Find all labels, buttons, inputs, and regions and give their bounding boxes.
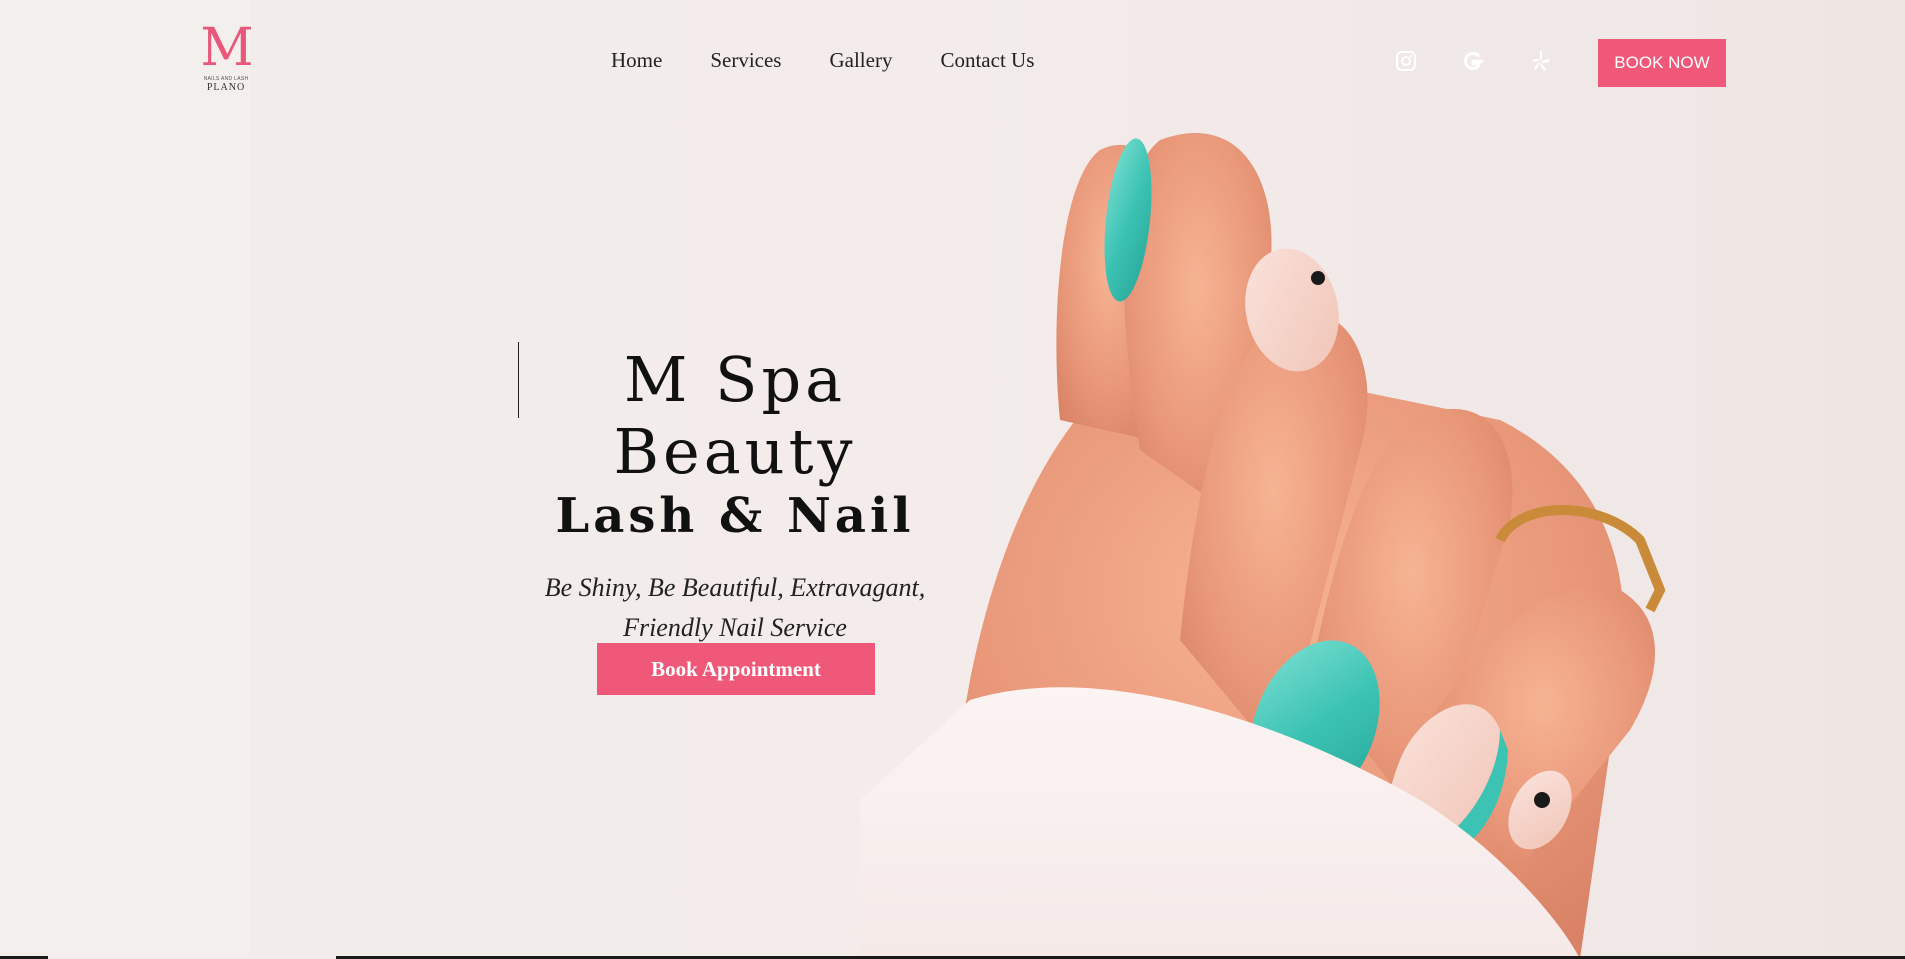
nav-contact-us[interactable]: Contact Us bbox=[940, 48, 1034, 73]
hero-title: M Spa Beauty bbox=[613, 343, 857, 488]
logo-city: PLANO bbox=[206, 82, 246, 93]
logo-mark: M bbox=[200, 18, 253, 78]
hero-text: M Spa Beauty Lash & Nail Be Shiny, Be Be… bbox=[500, 344, 970, 688]
page: M NAILS AND LASH PLANO Home Services Gal… bbox=[0, 0, 1905, 959]
tagline-line-1: Be Shiny, Be Beautiful, Extravagant, bbox=[544, 573, 926, 602]
google-icon[interactable] bbox=[1460, 48, 1486, 74]
book-now-button[interactable]: BOOK NOW bbox=[1598, 39, 1726, 87]
nav-services[interactable]: Services bbox=[710, 48, 781, 73]
main-nav: Home Services Gallery Contact Us bbox=[611, 48, 1034, 73]
tagline-line-2: Friendly Nail Service bbox=[623, 613, 847, 642]
hero-subtitle: Lash & Nail bbox=[555, 488, 915, 544]
nav-gallery[interactable]: Gallery bbox=[829, 48, 892, 73]
hero-hand-image bbox=[860, 132, 1666, 959]
left-panel bbox=[0, 0, 250, 959]
book-appointment-button[interactable]: Book Appointment bbox=[597, 643, 875, 695]
nav-home[interactable]: Home bbox=[611, 48, 662, 73]
yelp-icon[interactable] bbox=[1528, 48, 1554, 74]
logo[interactable]: M NAILS AND LASH PLANO bbox=[196, 22, 256, 98]
instagram-icon[interactable] bbox=[1393, 48, 1419, 74]
